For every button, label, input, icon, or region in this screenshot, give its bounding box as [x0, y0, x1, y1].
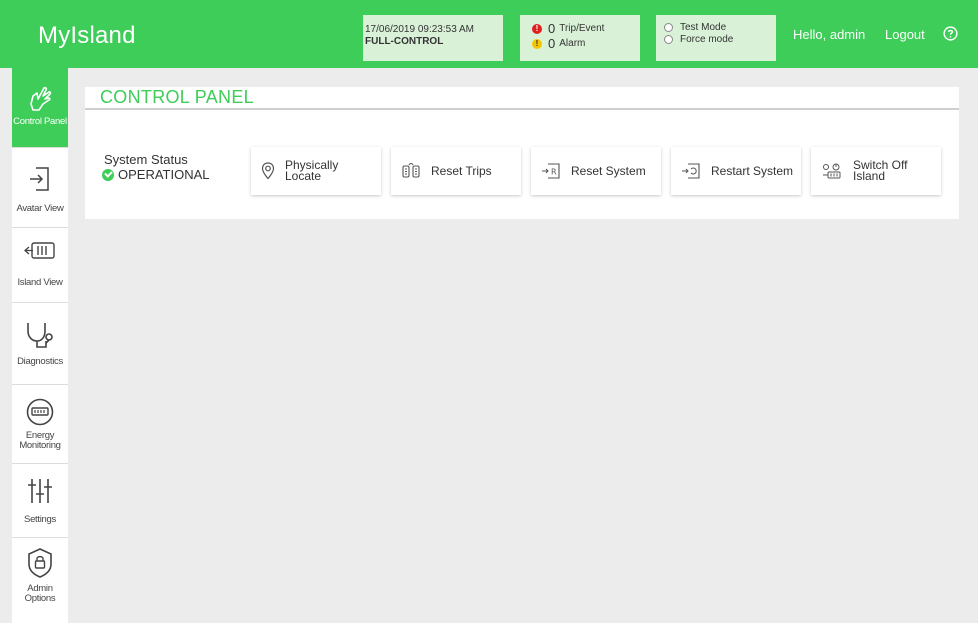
alarm-count: 0 — [548, 36, 556, 51]
restart-system-icon — [682, 163, 700, 179]
user-greeting: Hello, admin — [793, 27, 866, 42]
control-mode-text: FULL-CONTROL — [365, 36, 444, 47]
alerts-panel[interactable]: ! 0 Trip/Event ! 0 Alarm — [520, 15, 640, 61]
shield-lock-icon — [28, 548, 52, 578]
reset-trips-icon — [402, 163, 420, 178]
alarm-label: Alarm — [559, 38, 586, 49]
island-modules-icon — [24, 242, 55, 259]
sidebar-item-island-view[interactable]: Island View — [12, 228, 68, 303]
mode-panel: Test Mode Force mode — [656, 15, 776, 61]
alarm-warning-icon: ! — [532, 38, 542, 49]
sidebar-item-label: Control Panel — [13, 116, 67, 127]
sidebar-item-settings[interactable]: Settings — [12, 464, 68, 538]
trip-count: 0 — [548, 21, 556, 36]
enter-arrow-icon — [30, 167, 49, 191]
test-mode-label: Test Mode — [680, 21, 727, 33]
sidebar-item-control-panel[interactable]: Control Panel — [12, 68, 68, 148]
physically-locate-button[interactable]: Physically Locate — [251, 147, 381, 195]
test-mode-option[interactable]: Test Mode — [664, 21, 776, 33]
sidebar-item-label: Admin Options — [24, 583, 56, 604]
action-label: Reset Trips — [431, 163, 492, 178]
control-panel-card: CONTROL PANEL System Status OPERATIONAL … — [85, 87, 959, 219]
datetime-panel: 17/06/2019 09:23:53 AM FULL-CONTROL — [363, 15, 503, 61]
stethoscope-icon — [27, 323, 53, 348]
location-pin-icon — [261, 162, 275, 180]
force-mode-option[interactable]: Force mode — [664, 33, 776, 45]
top-header: MyIsland 17/06/2019 09:23:53 AM FULL-CON… — [0, 0, 978, 68]
test-mode-radio[interactable] — [664, 22, 673, 32]
action-label: Reset System — [571, 163, 646, 178]
energy-meter-icon — [26, 398, 54, 426]
alarm-row[interactable]: ! 0 Alarm — [532, 36, 640, 51]
system-status-value: OPERATIONAL — [102, 167, 210, 182]
page-title: CONTROL PANEL — [100, 87, 254, 107]
action-label: Physically Locate — [285, 158, 339, 183]
app-logo: MyIsland — [38, 22, 136, 49]
sidebar-item-diagnostics[interactable]: Diagnostics — [12, 303, 68, 385]
restart-system-button[interactable]: Restart System — [671, 147, 801, 195]
sidebar-item-admin-options[interactable]: Admin Options — [12, 538, 68, 623]
trip-label: Trip/Event — [559, 23, 605, 34]
sidebar-item-label: Settings — [24, 514, 56, 525]
datetime-text: 17/06/2019 09:23:53 AM — [365, 24, 474, 35]
system-status-label: System Status — [104, 152, 188, 167]
sidebar-item-avatar-view[interactable]: Avatar View — [12, 148, 68, 228]
svg-text:R: R — [551, 168, 557, 177]
sliders-icon — [28, 479, 52, 503]
help-icon[interactable] — [943, 26, 958, 41]
action-label: Restart System — [711, 163, 794, 178]
title-divider — [85, 108, 959, 110]
switch-off-icon — [823, 163, 841, 179]
sidebar-item-label: Island View — [17, 277, 63, 288]
logout-link[interactable]: Logout — [885, 27, 925, 42]
trip-event-row[interactable]: ! 0 Trip/Event — [532, 21, 640, 36]
trip-alert-icon: ! — [532, 23, 542, 34]
force-mode-label: Force mode — [680, 33, 734, 45]
hand-pointer-icon — [30, 86, 52, 111]
switch-off-island-button[interactable]: Switch Off Island — [811, 147, 941, 195]
status-check-icon — [102, 168, 114, 181]
sidebar-item-label: Diagnostics — [17, 356, 63, 367]
force-mode-radio[interactable] — [664, 34, 673, 44]
sidebar-item-label: Avatar View — [16, 203, 64, 214]
sidebar-nav: Control Panel Avatar View Island View Di… — [12, 68, 68, 623]
action-label: Switch Off Island — [853, 158, 908, 183]
reset-trips-button[interactable]: Reset Trips — [391, 147, 521, 195]
reset-system-icon: R — [542, 163, 560, 179]
sidebar-item-label: Energy Monitoring — [19, 430, 61, 451]
reset-system-button[interactable]: R Reset System — [531, 147, 661, 195]
sidebar-item-energy-monitoring[interactable]: Energy Monitoring — [12, 385, 68, 464]
system-status-text: OPERATIONAL — [118, 167, 210, 182]
